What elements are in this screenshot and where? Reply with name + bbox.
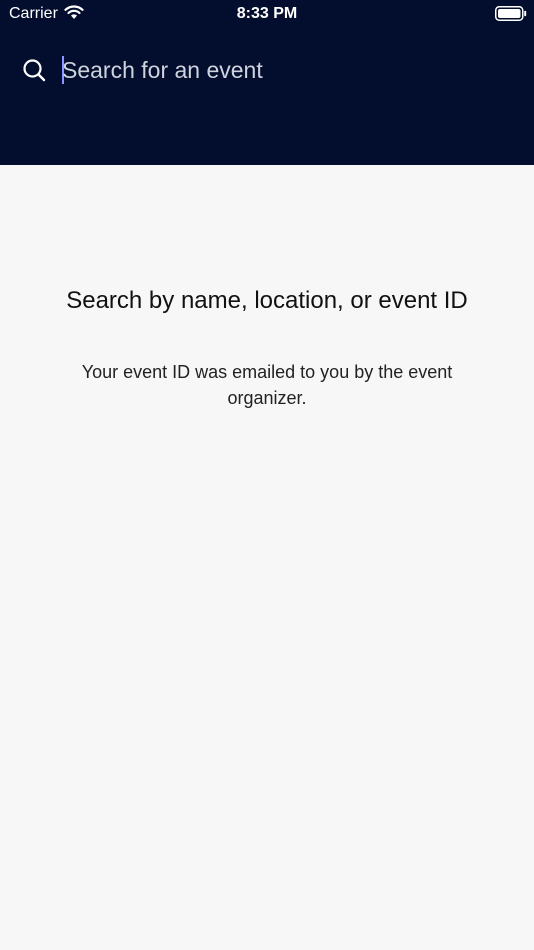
battery-icon — [495, 6, 527, 21]
empty-state: Search by name, location, or event ID Yo… — [0, 165, 534, 950]
empty-state-subtitle: Your event ID was emailed to you by the … — [81, 362, 453, 408]
search-input[interactable] — [62, 52, 502, 88]
search-icon — [23, 59, 46, 82]
status-time: 8:33 PM — [236, 5, 298, 22]
empty-state-title: Search by name, location, or event ID — [66, 287, 468, 314]
status-bar: Carrier 8:33 PM — [0, 0, 534, 28]
header: Carrier 8:33 PM — [0, 0, 534, 165]
search-bar[interactable] — [0, 48, 534, 92]
